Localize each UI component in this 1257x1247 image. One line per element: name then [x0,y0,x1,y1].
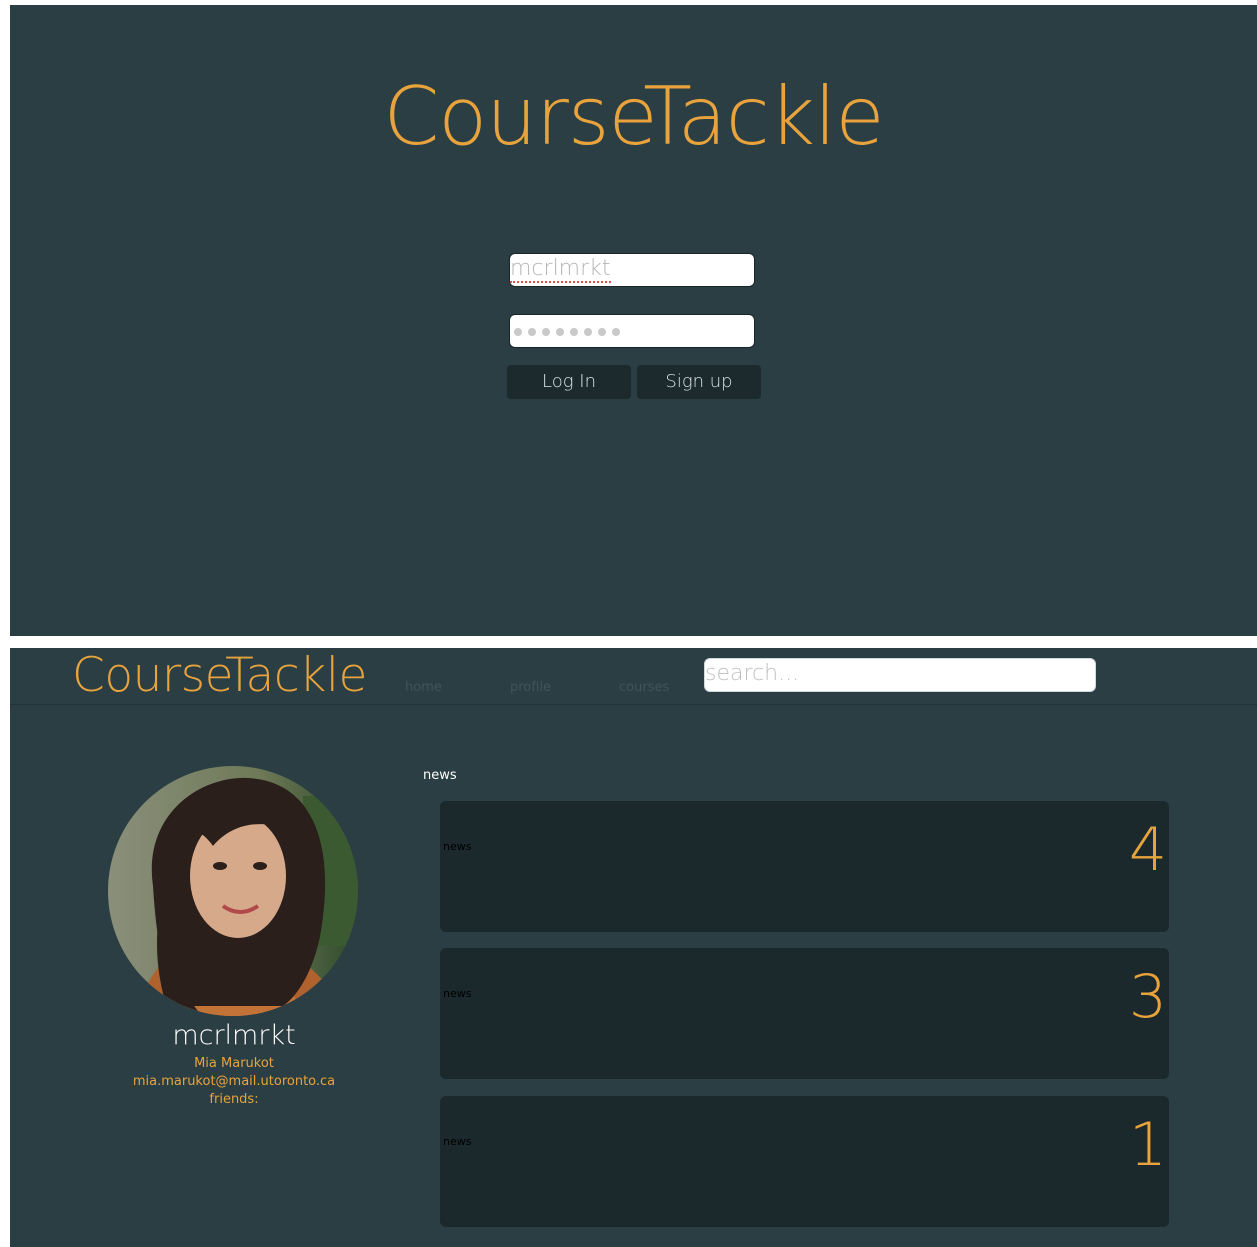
news-card[interactable]: news 3 [440,948,1169,1079]
news-heading: news [423,768,457,783]
news-card[interactable]: news 4 [440,801,1169,932]
profile-friends-label: friends: [209,1092,259,1107]
nav-home[interactable]: home [405,680,442,695]
brand-logo[interactable]: CourseTackle [72,648,367,703]
login-button[interactable]: Log In [507,365,631,399]
news-card-count: 4 [1128,815,1167,885]
news-card[interactable]: news 1 [440,1096,1169,1227]
news-card-label: news [443,987,472,1000]
username-value: mcrlmrkt [510,256,611,283]
news-card-count: 1 [1128,1110,1167,1180]
login-screen: CourseTackle mcrlmrkt Log In Sign up [10,5,1257,636]
nav-courses[interactable]: courses [619,680,669,695]
avatar [108,766,358,1016]
news-card-label: news [443,840,472,853]
password-field[interactable] [509,314,755,348]
news-card-count: 3 [1128,962,1167,1032]
profile-username: mcrlmrkt [172,1020,296,1051]
nav-profile[interactable]: profile [510,680,551,695]
login-title: CourseTackle [383,70,884,163]
password-mask [514,328,620,336]
profile-fullname: Mia Marukot [194,1056,274,1071]
username-field[interactable]: mcrlmrkt [509,253,755,287]
signup-button[interactable]: Sign up [637,365,761,399]
search-input[interactable]: search... [704,658,1096,692]
avatar-photo [108,766,358,1016]
profile-screen: CourseTackle home profile courses search… [10,648,1257,1247]
news-card-label: news [443,1135,472,1148]
top-header: CourseTackle home profile courses search… [10,648,1257,705]
profile-email[interactable]: mia.marukot@mail.utoronto.ca [84,1074,384,1089]
